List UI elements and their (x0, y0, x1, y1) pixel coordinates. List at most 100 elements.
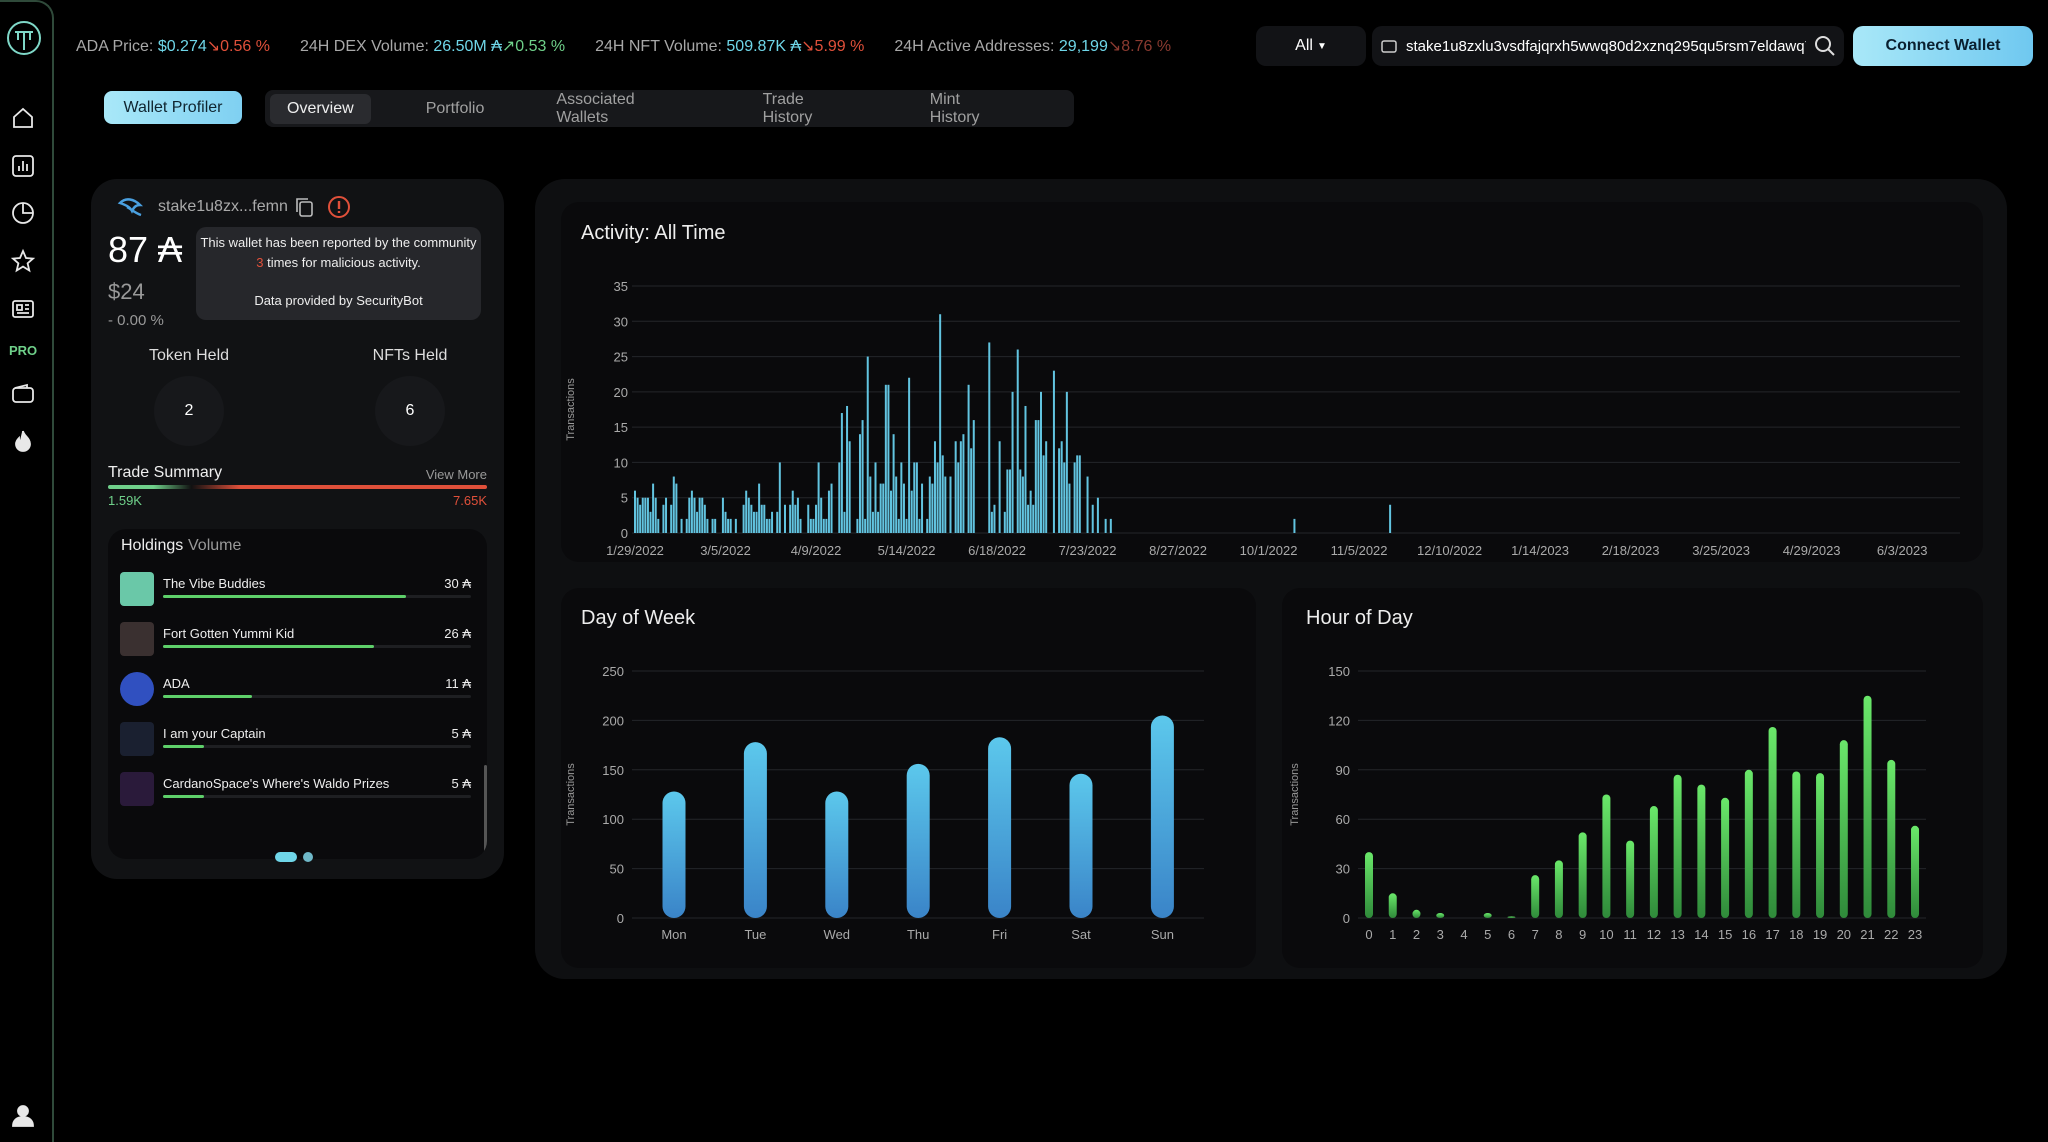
activity-bar (892, 434, 895, 533)
activity-bar (1063, 462, 1066, 533)
x-tick-label: 4/29/2023 (1783, 543, 1841, 558)
x-tick-label: 21 (1860, 927, 1874, 942)
activity-bar (822, 518, 825, 533)
activity-bar (879, 483, 882, 533)
x-tick-label: 11/5/2022 (1331, 543, 1388, 558)
activity-bar (1096, 497, 1099, 533)
activity-bar (882, 483, 885, 533)
activity-bar (1021, 476, 1024, 533)
y-tick-label: 120 (1328, 713, 1350, 728)
x-tick-label: 23 (1908, 927, 1922, 942)
activity-bar (848, 441, 851, 533)
x-tick-label: 13 (1670, 927, 1684, 942)
activity-bar (866, 356, 869, 533)
activity-bar (1109, 518, 1112, 533)
activity-bar (636, 497, 639, 533)
activity-bar (675, 483, 678, 533)
activity-bar (657, 518, 660, 533)
hour-bar (1768, 726, 1777, 918)
activity-bar (783, 504, 786, 533)
day-bar (988, 737, 1012, 918)
activity-bar (727, 518, 730, 533)
activity-bar (936, 462, 939, 533)
hour-bar (1673, 774, 1682, 918)
activity-bar (714, 518, 717, 533)
y-tick-label: 50 (610, 862, 624, 877)
activity-bar (644, 497, 647, 533)
y-tick-label: 200 (602, 713, 624, 728)
activity-bar (698, 497, 701, 533)
activity-bar (871, 511, 874, 533)
hour-bar (1554, 860, 1563, 918)
activity-bar (1045, 441, 1048, 533)
activity-bar (701, 497, 704, 533)
activity-bar (711, 518, 714, 533)
x-tick-label: 22 (1884, 927, 1898, 942)
x-tick-label: 0 (1365, 927, 1372, 942)
activity-bar (877, 511, 880, 533)
activity-bar (646, 497, 649, 533)
y-tick-label: 150 (1328, 664, 1350, 679)
activity-bar (962, 434, 965, 533)
hour-bar (1507, 916, 1516, 918)
y-tick-label: 250 (602, 664, 624, 679)
hour-bar (1578, 832, 1587, 918)
x-tick-label: 9 (1579, 927, 1586, 942)
x-tick-label: 5 (1484, 927, 1491, 942)
activity-bar (954, 441, 957, 533)
hour-bar (1412, 909, 1421, 918)
activity-bar (690, 490, 693, 533)
hour-bar (1365, 852, 1373, 918)
x-tick-label: 16 (1742, 927, 1756, 942)
activity-bar (755, 511, 758, 533)
y-tick-label: 0 (1343, 911, 1350, 926)
x-tick-label: Sat (1071, 927, 1091, 942)
activity-bar (1027, 504, 1030, 533)
activity-bar (1058, 448, 1061, 533)
activity-bar (972, 420, 975, 533)
activity-bar (703, 504, 706, 533)
x-tick-label: 2 (1413, 927, 1420, 942)
day-bar (825, 791, 849, 918)
activity-bar (1104, 518, 1107, 533)
activity-bar (750, 504, 753, 533)
activity-bar (1068, 483, 1071, 533)
activity-bar (649, 511, 652, 533)
activity-bar (796, 497, 799, 533)
x-tick-label: Sun (1151, 927, 1174, 942)
y-tick-label: 60 (1336, 812, 1350, 827)
activity-bar (820, 497, 823, 533)
activity-bar (1019, 469, 1022, 533)
x-tick-label: 5/14/2022 (878, 543, 936, 558)
activity-bar (1293, 518, 1296, 533)
x-tick-label: 20 (1837, 927, 1851, 942)
activity-bar (752, 511, 755, 533)
x-tick-label: 6 (1508, 927, 1515, 942)
hour-bar (1863, 695, 1872, 918)
x-tick-label: 7 (1532, 927, 1539, 942)
activity-bar (747, 497, 750, 533)
x-tick-label: 3/5/2022 (700, 543, 751, 558)
activity-bar (944, 476, 947, 533)
x-tick-label: 1/29/2022 (606, 543, 664, 558)
x-tick-label: 6/3/2023 (1877, 543, 1928, 558)
activity-bar (843, 511, 846, 533)
day-bar (743, 742, 767, 918)
hour-bar (1792, 771, 1801, 918)
activity-bar (884, 384, 887, 533)
activity-bar (902, 483, 905, 533)
x-tick-label: Wed (824, 927, 851, 942)
hour-bar (1887, 759, 1896, 918)
activity-bar (734, 518, 737, 533)
activity-bar (1065, 391, 1068, 533)
activity-bar (1073, 462, 1076, 533)
activity-bar (933, 441, 936, 533)
y-tick-label: 10 (614, 455, 628, 470)
x-tick-label: 3 (1437, 927, 1444, 942)
activity-bar (830, 483, 833, 533)
activity-bar (1091, 504, 1094, 533)
activity-bar (721, 497, 724, 533)
activity-bar (639, 504, 642, 533)
x-tick-label: Thu (907, 927, 929, 942)
x-tick-label: 8 (1555, 927, 1562, 942)
